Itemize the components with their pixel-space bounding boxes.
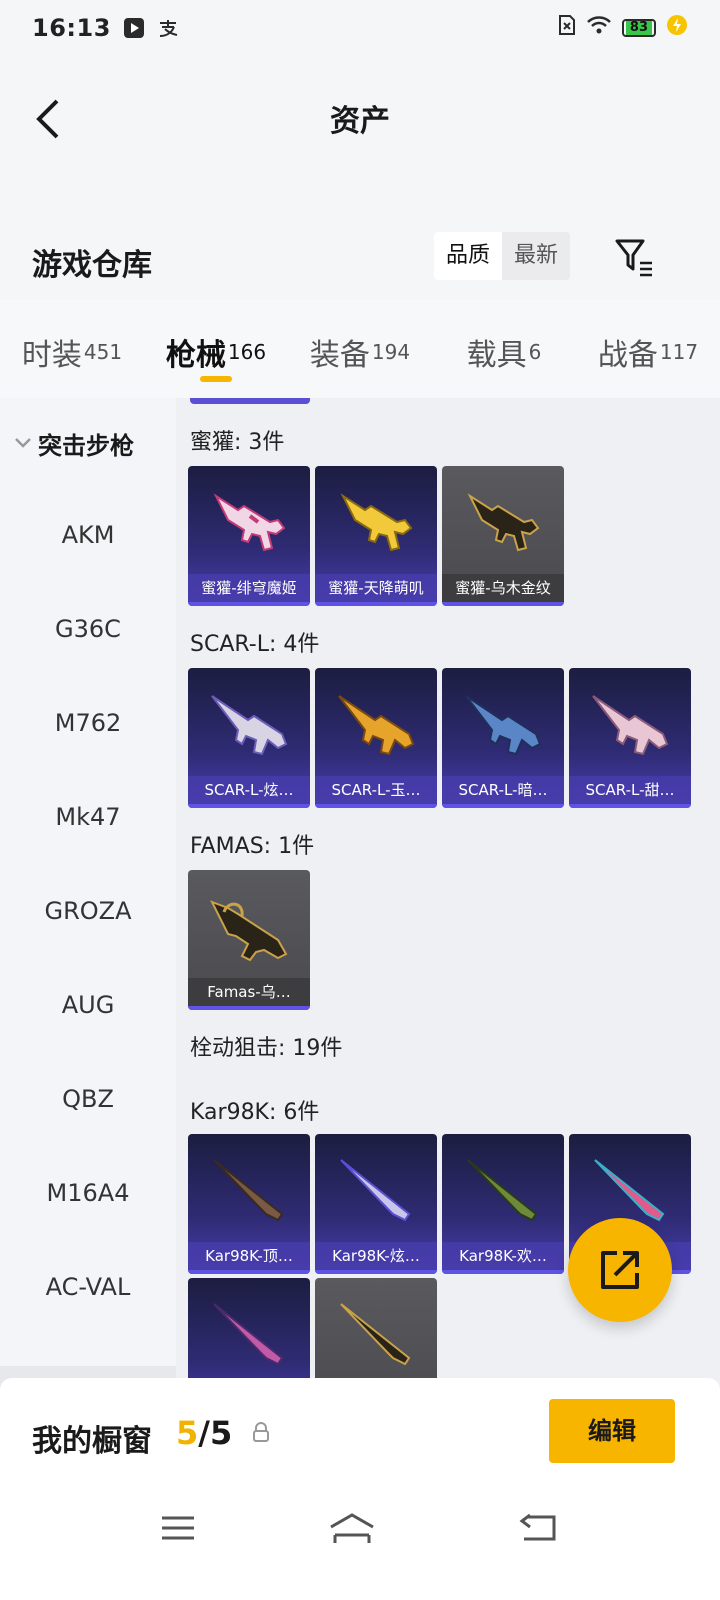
item-card[interactable]: 蜜獾-乌木金纹 <box>442 466 564 606</box>
rifle-icon <box>209 900 288 962</box>
menu-icon[interactable] <box>148 1508 208 1548</box>
item-card[interactable]: SCAR-L-玉… <box>315 668 437 808</box>
item-card[interactable]: SCAR-L-炫… <box>188 668 310 808</box>
sidebar-item-m762[interactable]: M762 <box>0 676 176 770</box>
rifle-icon <box>338 695 415 756</box>
share-button[interactable] <box>568 1218 672 1322</box>
chevron-down-icon <box>14 437 32 449</box>
group-title: 蜜獾: 3件 <box>190 430 285 455</box>
alipay-icon <box>157 17 179 39</box>
item-card[interactable]: SCAR-L-暗… <box>442 668 564 808</box>
rifle-icon <box>213 493 286 552</box>
rarity-bar <box>569 804 691 808</box>
sidebar-item-g36c[interactable]: G36C <box>0 582 176 676</box>
sort-quality[interactable]: 品质 <box>434 232 503 280</box>
showcase-count: 5/5 <box>176 1414 233 1452</box>
sidebar-item-akm[interactable]: AKM <box>0 488 176 582</box>
item-card[interactable]: Kar98K-欢… <box>442 1134 564 1274</box>
sort-newest[interactable]: 最新 <box>502 232 570 280</box>
rarity-bar <box>442 804 564 808</box>
sniper-rifle-icon <box>340 1303 411 1366</box>
sniper-rifle-icon <box>213 1159 284 1222</box>
warehouse-row: 游戏仓库 品质 最新 <box>0 230 720 300</box>
tab-fashion[interactable]: 时装 451 <box>0 300 144 398</box>
item-card[interactable]: Kar98K-炫… <box>315 1134 437 1274</box>
tab-equipment[interactable]: 装备 194 <box>288 300 432 398</box>
tab-weapons[interactable]: 枪械 166 <box>144 300 288 398</box>
item-card[interactable]: SCAR-L-甜… <box>569 668 691 808</box>
status-time: 16:13 <box>32 14 111 42</box>
sidebar-item-qbz[interactable]: QBZ <box>0 1052 176 1146</box>
sim-icon <box>558 14 576 42</box>
showcase-label: 我的橱窗 <box>32 1424 152 1459</box>
sidebar-item-m16a4[interactable]: M16A4 <box>0 1146 176 1240</box>
rifle-icon <box>465 695 542 756</box>
share-icon <box>601 1251 639 1289</box>
rarity-bar <box>188 1006 310 1010</box>
rarity-bar <box>315 804 437 808</box>
item-card[interactable]: Famas-乌… <box>188 870 310 1010</box>
filter-icon[interactable] <box>614 236 654 280</box>
rarity-bar <box>315 1270 437 1274</box>
rifle-icon <box>340 493 413 552</box>
page-title: 资产 <box>330 104 390 139</box>
rifle-icon <box>467 493 540 552</box>
sidebar-item-aug[interactable]: AUG <box>0 958 176 1052</box>
home-icon[interactable] <box>322 1508 382 1548</box>
rarity-bar <box>442 602 564 606</box>
sidebar-item-groza[interactable]: GROZA <box>0 864 176 958</box>
rarity-bar <box>188 1270 310 1274</box>
rarity-bar <box>188 804 310 808</box>
rarity-bar <box>442 1270 564 1274</box>
weapon-sidebar: 突击步枪 AKM G36C M762 Mk47 GROZA AUG QBZ M1… <box>0 398 176 1366</box>
item-card[interactable]: Kar98K-顶… <box>188 1134 310 1274</box>
sidebar-item-mk47[interactable]: Mk47 <box>0 770 176 864</box>
status-bar: 16:13 83 <box>0 0 720 56</box>
battery-icon: 83 <box>621 19 656 37</box>
rarity-bar <box>188 602 310 606</box>
item-card[interactable]: 蜜獾-天降萌叽 <box>315 466 437 606</box>
sidebar-item-ac-val[interactable]: AC-VAL <box>0 1240 176 1334</box>
group-title: FAMAS: 1件 <box>190 834 315 859</box>
edit-button[interactable]: 编辑 <box>549 1399 675 1463</box>
group-title: SCAR-L: 4件 <box>190 632 320 657</box>
sniper-rifle-icon <box>213 1303 284 1366</box>
video-app-icon <box>123 17 145 39</box>
page-header: 资产 <box>0 56 720 176</box>
warehouse-title: 游戏仓库 <box>32 248 152 283</box>
rifle-icon <box>211 695 288 756</box>
back-icon[interactable] <box>508 1508 568 1548</box>
rifle-icon <box>592 695 669 756</box>
sniper-rifle-icon <box>340 1159 411 1222</box>
group-title: 栓动狙击: 19件 <box>190 1036 343 1061</box>
charging-icon <box>666 14 688 42</box>
system-nav-bar <box>0 1486 720 1600</box>
tab-vehicles[interactable]: 载具 6 <box>432 300 576 398</box>
showcase-bar: 我的橱窗 5/5 编辑 <box>0 1378 720 1486</box>
lock-icon <box>253 1422 269 1442</box>
tab-supplies[interactable]: 战备 117 <box>576 300 720 398</box>
sort-toggle: 品质 最新 <box>434 232 571 280</box>
wifi-icon <box>586 14 612 42</box>
item-card[interactable]: 蜜獾-绯穹魔姬 <box>188 466 310 606</box>
group-title: Kar98K: 6件 <box>190 1100 320 1125</box>
sniper-rifle-icon <box>467 1159 538 1222</box>
previous-item-edge <box>190 398 310 404</box>
rarity-bar <box>315 602 437 606</box>
category-tabs: 时装 451 枪械 166 装备 194 载具 6 战备 117 <box>0 300 720 398</box>
sidebar-category[interactable]: 突击步枪 <box>0 398 176 488</box>
